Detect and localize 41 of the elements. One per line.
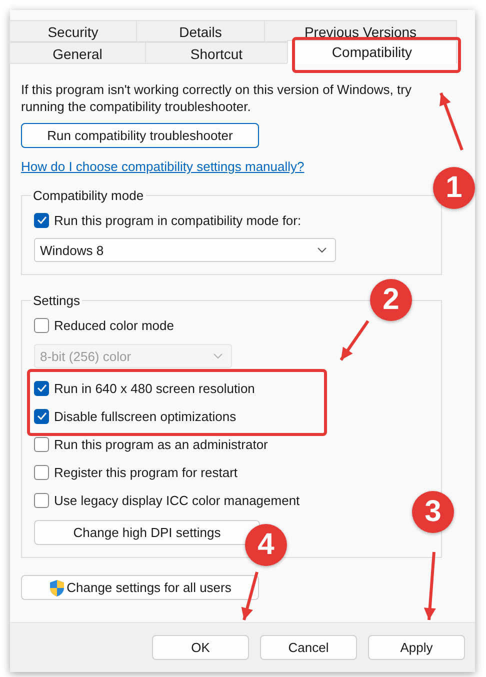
checkbox-label: Reduced color mode bbox=[54, 318, 174, 332]
tab[interactable]: Details bbox=[136, 20, 265, 42]
all-users-button[interactable]: Change settings for all users bbox=[21, 575, 259, 600]
check-icon bbox=[36, 412, 46, 420]
arrow bbox=[241, 572, 258, 620]
tab[interactable]: Security bbox=[9, 20, 137, 42]
checkbox[interactable] bbox=[34, 212, 49, 228]
checkbox[interactable] bbox=[34, 380, 49, 396]
help-link[interactable]: How do I choose compatibility settings manually? bbox=[21, 159, 304, 174]
dropdown[interactable]: Windows 8 bbox=[34, 238, 336, 262]
checkbox-label: Run in 640 x 480 screen resolution bbox=[54, 380, 255, 396]
check-icon bbox=[36, 216, 46, 224]
group-title: Compatibility mode bbox=[32, 188, 145, 203]
checkbox[interactable] bbox=[34, 492, 49, 508]
dialog-button[interactable]: OK bbox=[152, 635, 249, 660]
arrow bbox=[340, 320, 370, 361]
shield-icon bbox=[48, 578, 65, 596]
check-icon bbox=[36, 384, 46, 392]
checkbox[interactable] bbox=[34, 408, 49, 424]
dialog-button[interactable]: Cancel bbox=[260, 635, 357, 660]
high-dpi-button[interactable]: Change high DPI settings bbox=[34, 520, 260, 545]
dialog-button[interactable]: Apply bbox=[368, 635, 465, 660]
checkbox-label: Run this program in compatibility mode for: bbox=[54, 212, 302, 228]
tab[interactable]: General bbox=[9, 42, 146, 64]
checkbox-label: Disable fullscreen optimizations bbox=[54, 408, 236, 424]
chevron-icon bbox=[213, 353, 223, 359]
checkbox-label: Use legacy display ICC color management bbox=[54, 492, 300, 508]
group-title: Settings bbox=[32, 293, 81, 308]
arrow bbox=[440, 92, 464, 151]
tab[interactable]: Shortcut bbox=[145, 42, 288, 64]
tab[interactable]: Compatibility bbox=[287, 40, 457, 64]
arrow bbox=[424, 552, 436, 620]
description-text: If this program isn't working correctly on this version of Windows, try running the compatibility troubleshooter. bbox=[21, 81, 412, 115]
chevron-icon bbox=[317, 247, 327, 253]
checkbox[interactable] bbox=[34, 464, 49, 480]
checkbox-label: Run this program as an administrator bbox=[54, 436, 268, 452]
checkbox[interactable] bbox=[34, 318, 49, 332]
dropdown: 8-bit (256) color bbox=[34, 344, 232, 368]
troubleshooter-button[interactable]: Run compatibility troubleshooter bbox=[21, 123, 259, 148]
checkbox-label: Register this program for restart bbox=[54, 464, 238, 480]
checkbox[interactable] bbox=[34, 436, 49, 452]
